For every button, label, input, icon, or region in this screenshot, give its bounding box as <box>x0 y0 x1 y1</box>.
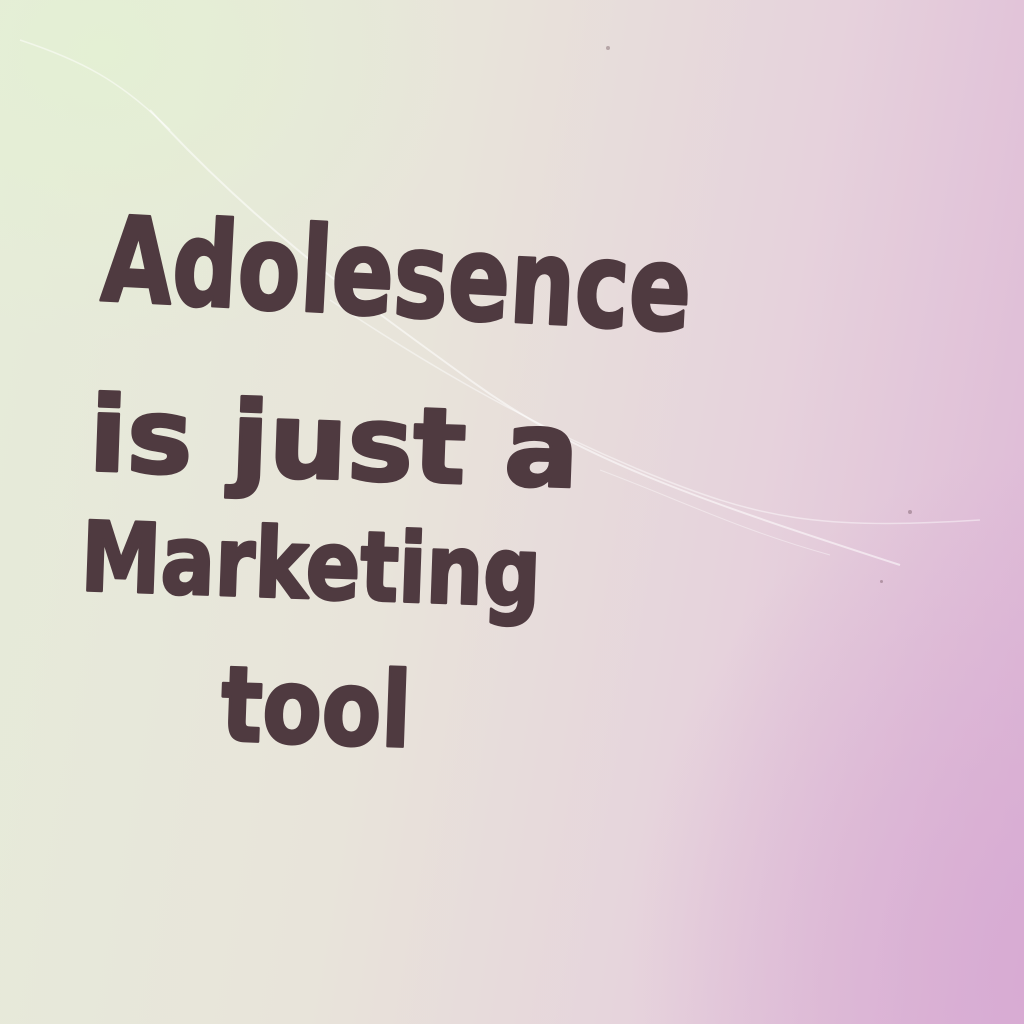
note-line-1: Adolesence <box>99 190 695 359</box>
note-line-2: is just a <box>87 373 581 512</box>
note-line-3: Marketing <box>79 501 543 629</box>
paper-background: Adolesence is just a Marketing tool <box>0 0 1024 1024</box>
note-line-4: tool <box>219 643 413 772</box>
handwritten-note: Adolesence is just a Marketing tool <box>78 189 697 773</box>
